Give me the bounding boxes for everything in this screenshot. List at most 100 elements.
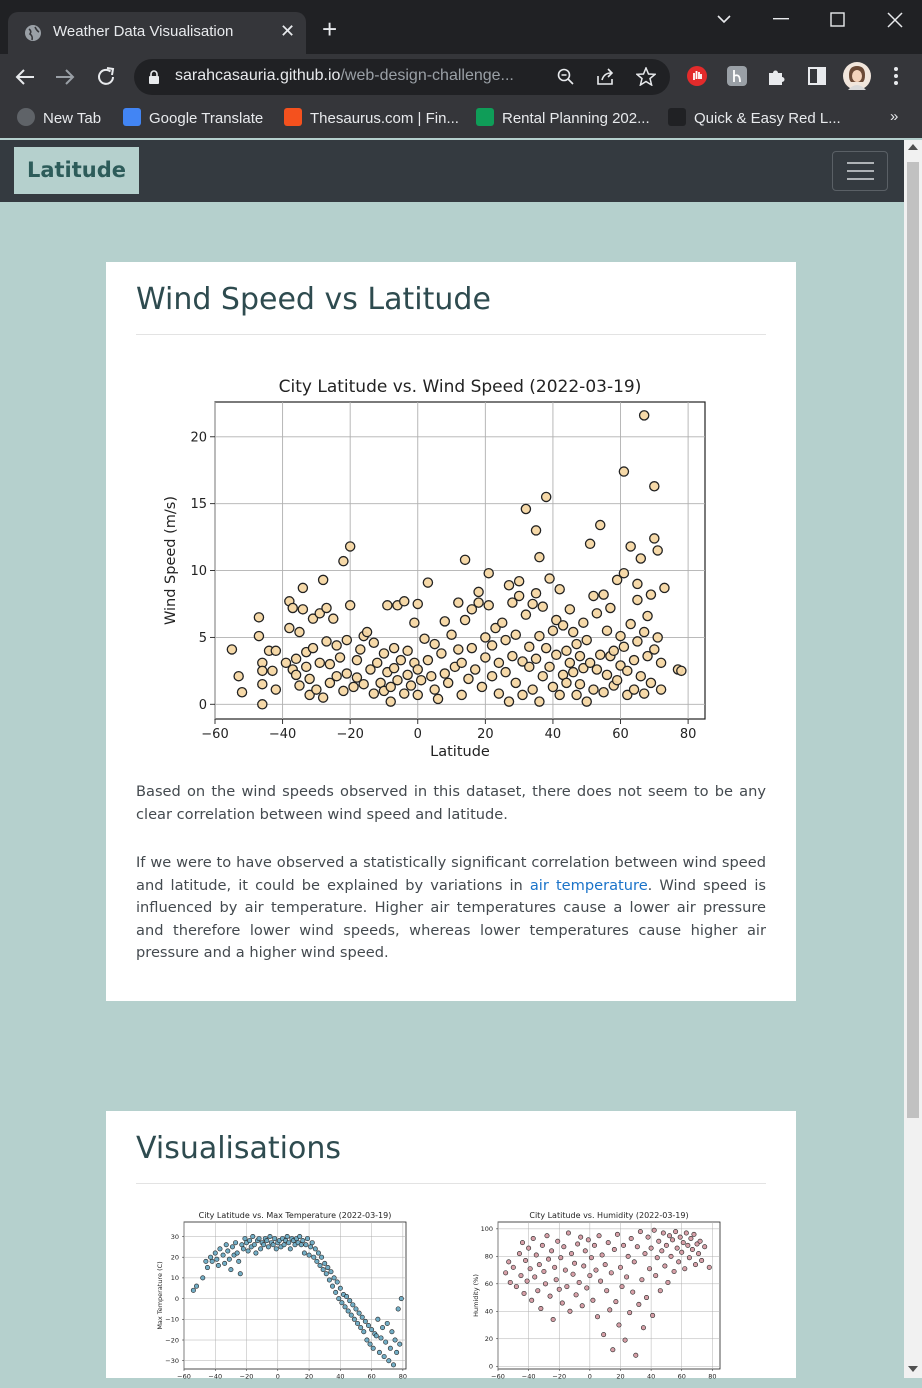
data-point	[682, 1266, 688, 1272]
data-point	[307, 642, 319, 654]
bookmarks-overflow-icon[interactable]: »	[890, 108, 898, 125]
data-point	[204, 1265, 210, 1271]
bookmark-google-translate[interactable]: Google Translate	[123, 108, 263, 127]
side-panel-icon[interactable]	[807, 66, 827, 86]
data-point	[676, 665, 687, 677]
data-point	[209, 1258, 215, 1264]
data-point	[387, 1345, 393, 1351]
browser-menu-icon[interactable]	[893, 66, 899, 86]
data-point	[567, 666, 579, 678]
x-tick-label: −60	[201, 727, 228, 742]
data-point	[581, 634, 592, 646]
air-temperature-link[interactable]: air temperature	[530, 877, 648, 894]
bookmark-quick-easy[interactable]: Quick & Easy Red L...	[668, 108, 841, 127]
data-point	[456, 689, 467, 701]
url-text[interactable]: sarahcasauria.github.io/web-design-chall…	[175, 67, 514, 85]
data-point	[290, 669, 302, 681]
data-point	[633, 1352, 639, 1358]
data-point	[581, 1263, 587, 1269]
data-point	[702, 1244, 708, 1250]
extensions-puzzle-icon[interactable]	[766, 65, 788, 87]
data-point	[483, 600, 494, 611]
data-point	[649, 481, 660, 492]
data-point	[476, 681, 488, 693]
data-point	[385, 696, 396, 707]
data-point	[328, 613, 339, 624]
data-point	[300, 661, 312, 673]
data-point	[516, 1251, 522, 1257]
scroll-up-arrow-icon[interactable]	[908, 144, 918, 150]
data-point	[359, 1314, 365, 1320]
maximize-icon[interactable]	[830, 12, 845, 27]
tab-search-chevron-icon[interactable]	[716, 13, 732, 25]
data-point	[338, 685, 349, 697]
scroll-down-arrow-icon[interactable]	[908, 1366, 918, 1372]
hamburger-menu-button[interactable]	[832, 151, 888, 191]
data-point	[519, 1240, 525, 1246]
data-point	[696, 1251, 702, 1257]
max-temperature-thumbnail-chart[interactable]: −60 −40 −20 0 20 40 60 80 −30 −20 −10 0 10 20 30 City L…	[152, 1208, 422, 1388]
zoom-icon[interactable]	[557, 68, 575, 86]
data-point	[456, 657, 467, 669]
bookmark-rental-planning[interactable]: Rental Planning 202...	[476, 108, 650, 127]
data-point	[534, 696, 545, 707]
data-point	[635, 553, 647, 564]
data-point	[503, 1270, 509, 1276]
data-point	[574, 650, 586, 662]
adblock-icon[interactable]	[686, 65, 708, 87]
x-tick-label: 80	[399, 1373, 407, 1381]
data-point	[601, 669, 613, 681]
data-point	[632, 636, 643, 647]
data-point	[356, 1310, 362, 1316]
y-tick-label: 60	[485, 1280, 493, 1288]
hamburger-line	[847, 178, 874, 180]
data-point	[267, 665, 278, 677]
bookmark-new-tab[interactable]: New Tab	[17, 108, 101, 127]
data-point	[622, 665, 633, 677]
data-point	[398, 1296, 404, 1302]
data-point	[530, 1235, 536, 1241]
humidity-thumbnail-chart[interactable]: −60 −40 −20 0 20 40 60 80 0 20 40 60 80 100 City Latit…	[470, 1208, 730, 1388]
address-bar[interactable]: sarahcasauria.github.io/web-design-chall…	[134, 59, 670, 95]
data-point	[574, 678, 586, 690]
data-point	[419, 633, 430, 644]
bookmark-star-icon[interactable]	[636, 67, 656, 86]
extension-h-icon[interactable]	[726, 65, 748, 87]
data-point	[614, 1231, 620, 1237]
close-tab-icon[interactable]: ✕	[280, 21, 295, 42]
data-point	[348, 1312, 354, 1318]
scroll-thumb[interactable]	[907, 162, 919, 1118]
data-point	[376, 1349, 382, 1355]
forward-arrow-icon[interactable]	[54, 66, 76, 88]
bookmark-thesaurus[interactable]: Thesaurus.com | Fin...	[284, 108, 459, 127]
data-point	[662, 1263, 668, 1269]
chart-title: City Latitude vs. Max Temperature (2022-…	[199, 1211, 392, 1220]
data-point	[463, 673, 474, 685]
data-point	[579, 1303, 585, 1309]
data-point	[358, 1325, 364, 1331]
data-point	[226, 1256, 232, 1262]
y-tick-label: 5	[199, 631, 207, 646]
data-point	[384, 1320, 390, 1326]
new-tab-button[interactable]: +	[322, 16, 337, 42]
lock-icon[interactable]	[148, 70, 160, 84]
data-point	[422, 654, 434, 666]
share-icon[interactable]	[596, 68, 616, 86]
minimize-icon[interactable]	[773, 18, 789, 20]
data-point	[532, 1274, 538, 1280]
data-point	[336, 1296, 342, 1302]
back-arrow-icon[interactable]	[14, 66, 36, 88]
data-point	[571, 689, 582, 701]
data-point	[537, 601, 549, 612]
data-point	[273, 1246, 279, 1252]
navbar-brand[interactable]: Latitude	[14, 147, 139, 194]
data-point	[670, 1237, 676, 1243]
browser-tab[interactable]: Weather Data Visualisation ✕	[8, 12, 306, 54]
profile-avatar[interactable]	[843, 62, 871, 90]
bookmarks-bar: New Tab Google Translate Thesaurus.com |…	[0, 100, 922, 138]
data-point	[635, 670, 647, 682]
data-point	[290, 653, 302, 665]
reload-icon[interactable]	[95, 66, 117, 88]
page-scrollbar[interactable]	[904, 140, 922, 1378]
close-window-icon[interactable]	[887, 12, 903, 28]
